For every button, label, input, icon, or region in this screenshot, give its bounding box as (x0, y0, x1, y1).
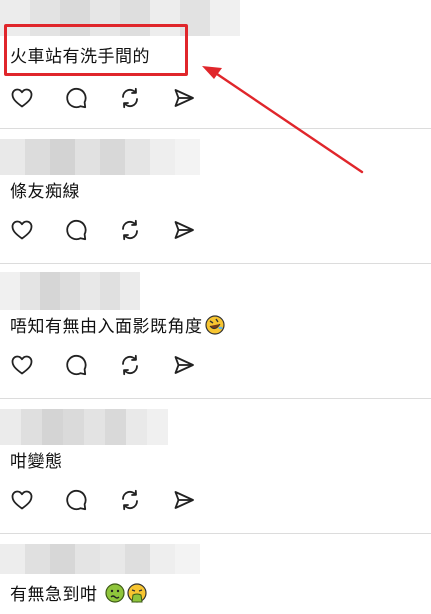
post-item: 火車站有洗手間的 (0, 0, 431, 128)
post-text: 有無急到咁 (10, 580, 148, 605)
repost-icon (122, 219, 138, 241)
post-text-content: 唔知有無由入面影既角度 (10, 317, 203, 337)
repost-button[interactable] (118, 86, 172, 110)
share-button[interactable] (172, 488, 226, 512)
like-button[interactable] (10, 353, 64, 377)
post-text: 咁變態 (10, 452, 63, 472)
comment-button[interactable] (64, 488, 118, 512)
post-item: 唔知有無由入面影既角度 (0, 264, 431, 397)
repost-icon (122, 354, 138, 376)
share-button[interactable] (172, 353, 226, 377)
comment-button[interactable] (64, 353, 118, 377)
comment-button[interactable] (64, 86, 118, 110)
highlight-box (4, 24, 188, 76)
post-item: 咁變態 (0, 399, 431, 533)
comment-icon (66, 87, 87, 109)
repost-icon (122, 489, 138, 511)
post-text: 唔知有無由入面影既角度 (10, 312, 225, 337)
send-icon (174, 89, 194, 107)
post-text-content: 有無急到咁 (10, 585, 98, 605)
post-item: 條友痴線 (0, 129, 431, 262)
post-actions (10, 353, 226, 377)
heart-icon (11, 88, 33, 108)
blurred-username (0, 409, 168, 445)
rolling-laughing-emoji (204, 315, 225, 335)
comment-button[interactable] (64, 218, 118, 242)
post-actions (10, 488, 226, 512)
repost-button[interactable] (118, 218, 172, 242)
comment-icon (66, 489, 87, 511)
comment-icon (66, 219, 87, 241)
blurred-username (0, 272, 140, 310)
post-actions (10, 218, 226, 242)
heart-icon (11, 355, 33, 375)
nauseated-emoji (105, 583, 126, 603)
post-text: 條友痴線 (10, 182, 80, 202)
post-item: 有無急到咁 (0, 534, 431, 614)
like-button[interactable] (10, 488, 64, 512)
send-icon (174, 491, 194, 509)
repost-icon (122, 87, 138, 109)
heart-icon (11, 490, 33, 510)
share-button[interactable] (172, 218, 226, 242)
comment-icon (66, 354, 87, 376)
blurred-username (0, 544, 200, 574)
like-button[interactable] (10, 218, 64, 242)
post-actions (10, 86, 226, 110)
send-icon (174, 356, 194, 374)
repost-button[interactable] (118, 353, 172, 377)
send-icon (174, 221, 194, 239)
blurred-username (0, 139, 200, 175)
vomiting-emoji (127, 583, 148, 603)
share-button[interactable] (172, 86, 226, 110)
heart-icon (11, 220, 33, 240)
repost-button[interactable] (118, 488, 172, 512)
like-button[interactable] (10, 86, 64, 110)
